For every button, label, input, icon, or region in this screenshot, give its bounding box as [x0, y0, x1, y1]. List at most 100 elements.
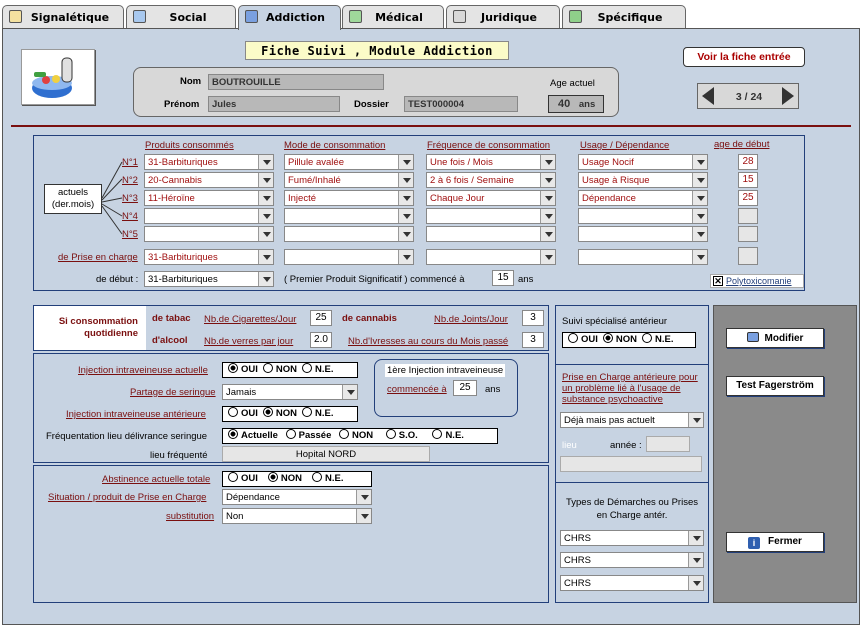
chevron-down-icon[interactable]: [258, 155, 273, 169]
option-non[interactable]: NON: [263, 407, 297, 419]
row-produit-select[interactable]: [144, 208, 274, 224]
verres-field[interactable]: 2.0: [310, 332, 332, 348]
tab-juridique[interactable]: Juridique: [446, 5, 560, 29]
modifier-button[interactable]: Modifier: [726, 328, 824, 348]
row-freq-select[interactable]: [426, 208, 556, 224]
prise-freq-select[interactable]: [426, 249, 556, 265]
dossier-field[interactable]: TEST000004: [404, 96, 518, 112]
chevron-down-icon[interactable]: [540, 155, 555, 169]
tab-medical[interactable]: Médical: [342, 5, 444, 29]
chevron-down-icon[interactable]: [258, 209, 273, 223]
row-age-field[interactable]: [738, 226, 758, 242]
chevron-down-icon[interactable]: [398, 250, 413, 264]
lieu-frequente-field[interactable]: Hopital NORD: [222, 446, 430, 462]
row-produit-select[interactable]: 20-Cannabis: [144, 172, 274, 188]
row-usage-select[interactable]: [578, 226, 708, 242]
option-oui[interactable]: OUI: [228, 407, 258, 419]
chevron-down-icon[interactable]: [688, 531, 703, 545]
row-usage-select[interactable]: Usage à Risque: [578, 172, 708, 188]
chevron-down-icon[interactable]: [688, 553, 703, 567]
fagerstrom-button[interactable]: Test Fagerström: [726, 376, 824, 396]
next-record-button[interactable]: [782, 87, 794, 105]
chevron-down-icon[interactable]: [258, 250, 273, 264]
row-usage-select[interactable]: Dépendance: [578, 190, 708, 206]
row-mode-select[interactable]: [284, 226, 414, 242]
situation-select[interactable]: Dépendance: [222, 489, 372, 505]
row-mode-select[interactable]: [284, 208, 414, 224]
tab-specifique[interactable]: Spécifique: [562, 5, 686, 29]
chevron-down-icon[interactable]: [398, 209, 413, 223]
chevron-down-icon[interactable]: [398, 191, 413, 205]
annee-field[interactable]: [646, 436, 690, 452]
partage-select[interactable]: Jamais: [222, 384, 358, 400]
chevron-down-icon[interactable]: [356, 509, 371, 523]
chevron-down-icon[interactable]: [692, 209, 707, 223]
option-ne[interactable]: N.E.: [312, 472, 343, 484]
option-non[interactable]: NON: [339, 429, 373, 441]
row-mode-select[interactable]: Pillule avalée: [284, 154, 414, 170]
chevron-down-icon[interactable]: [540, 250, 555, 264]
row-produit-select[interactable]: 31-Barbituriques: [144, 154, 274, 170]
row-freq-select[interactable]: 2 à 6 fois / Semaine: [426, 172, 556, 188]
row-age-field[interactable]: [738, 208, 758, 224]
ivresse-field[interactable]: 3: [522, 332, 544, 348]
option-ne[interactable]: N.E.: [302, 407, 333, 419]
tab-signaletique[interactable]: Signalétique: [2, 5, 124, 29]
chevron-down-icon[interactable]: [692, 155, 707, 169]
chevron-down-icon[interactable]: [342, 385, 357, 399]
row-freq-select[interactable]: Chaque Jour: [426, 190, 556, 206]
option-passee[interactable]: Passée: [286, 429, 332, 441]
option-ne[interactable]: N.E.: [302, 363, 333, 375]
prise-age-field[interactable]: [738, 247, 758, 265]
substitution-select[interactable]: Non: [222, 508, 372, 524]
prise-mode-select[interactable]: [284, 249, 414, 265]
tab-addiction[interactable]: Addiction: [238, 5, 341, 30]
prise-usage-select[interactable]: [578, 249, 708, 265]
tab-social[interactable]: Social: [126, 5, 236, 29]
option-so[interactable]: S.O.: [386, 429, 418, 441]
injection-anterieure-radio[interactable]: OUI NON N.E.: [222, 406, 358, 422]
lieu-field[interactable]: [560, 456, 702, 472]
chevron-down-icon[interactable]: [692, 173, 707, 187]
row-mode-select[interactable]: Injecté: [284, 190, 414, 206]
type-select-2[interactable]: CHRS: [560, 552, 704, 568]
voir-fiche-button[interactable]: Voir la fiche entrée: [683, 47, 805, 67]
row-usage-select[interactable]: [578, 208, 708, 224]
row-produit-select[interactable]: 11-Héroïne: [144, 190, 274, 206]
chevron-down-icon[interactable]: [540, 191, 555, 205]
type-select-3[interactable]: CHRS: [560, 575, 704, 591]
injection-actuelle-radio[interactable]: OUI NON N.E.: [222, 362, 358, 378]
chevron-down-icon[interactable]: [692, 191, 707, 205]
row-usage-select[interactable]: Usage Nocif: [578, 154, 708, 170]
option-ne[interactable]: N.E.: [432, 429, 463, 441]
option-non[interactable]: NON: [268, 472, 302, 484]
option-oui[interactable]: OUI: [228, 472, 258, 484]
prise-produit-select[interactable]: 31-Barbituriques: [144, 249, 274, 265]
chevron-down-icon[interactable]: [688, 576, 703, 590]
fermer-button[interactable]: i Fermer: [726, 532, 824, 552]
chevron-down-icon[interactable]: [540, 173, 555, 187]
nom-field[interactable]: BOUTROUILLE: [208, 74, 384, 90]
chevron-down-icon[interactable]: [688, 413, 703, 427]
option-oui[interactable]: OUI: [228, 363, 258, 375]
option-non[interactable]: NON: [263, 363, 297, 375]
prenom-field[interactable]: Jules: [208, 96, 340, 112]
row-mode-select[interactable]: Fumé/Inhalé: [284, 172, 414, 188]
row-freq-select[interactable]: [426, 226, 556, 242]
row-age-field[interactable]: 28: [738, 154, 758, 170]
row-age-field[interactable]: 15: [738, 172, 758, 188]
type-select-1[interactable]: CHRS: [560, 530, 704, 546]
suivi-radio[interactable]: OUI NON N.E.: [562, 332, 696, 348]
option-oui[interactable]: OUI: [568, 333, 598, 345]
prise-anterieure-select[interactable]: Déjà mais pas actuelt: [560, 412, 704, 428]
frequentation-radio[interactable]: Actuelle Passée NON S.O. N.E.: [222, 428, 498, 444]
prev-record-button[interactable]: [702, 87, 714, 105]
option-non[interactable]: NON: [603, 333, 637, 345]
row-freq-select[interactable]: Une fois / Mois: [426, 154, 556, 170]
polytoxicomanie-checkbox[interactable]: ✕: [713, 276, 723, 286]
joints-field[interactable]: 3: [522, 310, 544, 326]
chevron-down-icon[interactable]: [258, 227, 273, 241]
chevron-down-icon[interactable]: [258, 191, 273, 205]
option-ne[interactable]: N.E.: [642, 333, 673, 345]
chevron-down-icon[interactable]: [692, 250, 707, 264]
